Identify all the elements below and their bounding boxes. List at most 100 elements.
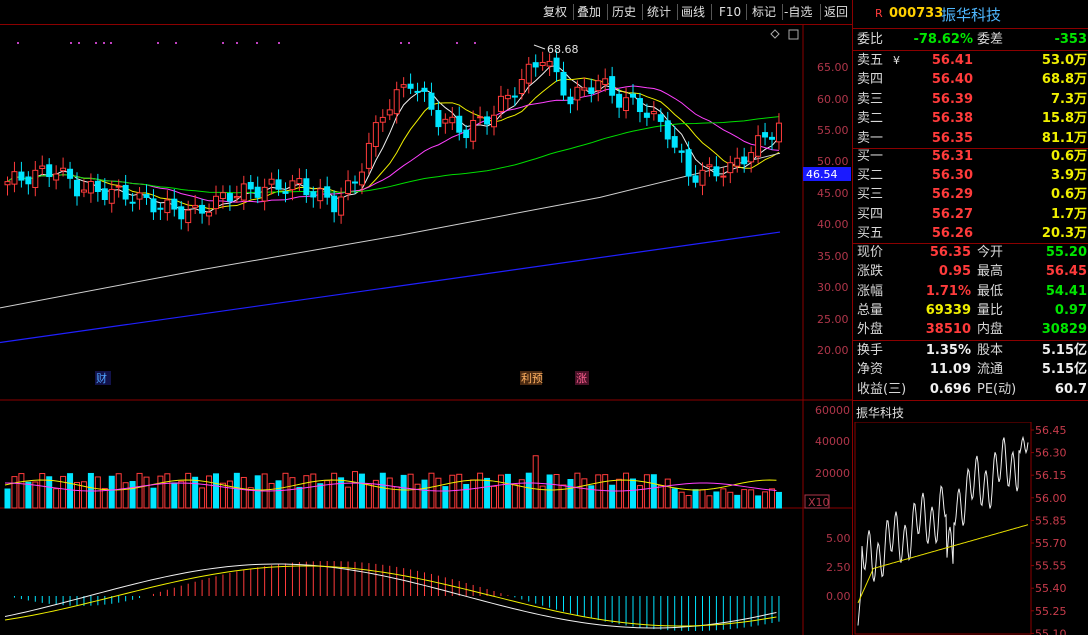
volume-bar xyxy=(511,484,518,509)
volume-bar xyxy=(769,488,775,509)
candle-body xyxy=(699,169,706,186)
quote-row-label-2: 今开 xyxy=(977,245,1004,260)
ask-row-value-2: 81.1万 xyxy=(1041,130,1087,146)
chart-toolbar: 复权 叠加 历史 统计 画线 F10 标记 -自选 返回 xyxy=(0,0,852,25)
quote-panel: R 000733 振华科技 委比 -78.62% 委差 -353 卖五 56.41… xyxy=(852,0,1088,635)
signal-dot xyxy=(70,42,72,44)
volume-bar xyxy=(296,486,303,509)
volume-bar xyxy=(546,474,553,509)
bid-row-value-2: 0.6万 xyxy=(1050,149,1087,164)
volume-bar xyxy=(581,478,588,509)
candle-body xyxy=(18,171,25,181)
weicha-label: 委差 xyxy=(977,32,1004,47)
diamond-icon[interactable] xyxy=(770,29,780,39)
ask-row-label: 卖四 xyxy=(857,72,884,88)
fundamental-row-label: 换手 xyxy=(857,343,884,358)
ask-row-value-2: 68.8万 xyxy=(1041,72,1087,88)
event-tag-forecast[interactable]: 利预 xyxy=(521,372,543,385)
candle-body xyxy=(755,135,762,157)
volume-tick: 40000 xyxy=(815,435,850,448)
volume-bar xyxy=(46,476,53,509)
volume-bar xyxy=(630,478,636,509)
signal-dot xyxy=(103,42,105,44)
event-tag-limit-up[interactable]: 涨 xyxy=(576,372,587,385)
toolbar-divider xyxy=(782,4,783,20)
bid-row-label: 买一 xyxy=(857,149,884,164)
macd-histogram xyxy=(4,561,780,631)
candle-body xyxy=(706,164,713,168)
mini-price-tick: 55.25 xyxy=(1035,605,1067,618)
candle-body xyxy=(178,206,185,220)
quote-row-value: 56.35 xyxy=(929,245,971,260)
candle-body xyxy=(338,196,345,216)
statistics-button[interactable]: 统计 xyxy=(647,4,671,20)
volume-bar xyxy=(358,473,365,509)
ask-row-value-2: 53.0万 xyxy=(1041,53,1087,68)
bid-row: 买二 56.30 3.9万 xyxy=(857,166,1088,185)
candle-body xyxy=(650,110,657,115)
settings-square-icon[interactable] xyxy=(788,29,799,40)
candle-body xyxy=(741,156,748,165)
candle-body xyxy=(136,192,143,200)
candle-body xyxy=(734,157,741,167)
volume-bar xyxy=(185,472,192,509)
signal-dot xyxy=(408,42,410,44)
candle-body xyxy=(393,89,400,115)
volume-bar xyxy=(755,495,762,509)
volume-bar xyxy=(101,487,108,509)
candle-body xyxy=(671,136,678,148)
fundamental-row-label-2: PE(动) xyxy=(977,381,1017,397)
volume-bar xyxy=(386,477,393,509)
event-tag-finance[interactable]: 财 xyxy=(96,371,107,385)
candle-body xyxy=(87,181,94,194)
candle-body xyxy=(630,93,636,98)
candle-body xyxy=(720,175,727,178)
chart-area[interactable]: 68.68 65.00 60.00 55.00 50.00 45.00 40.0… xyxy=(0,25,852,635)
drawing-button[interactable]: 画线 xyxy=(681,4,705,20)
price-tick: 65.00 xyxy=(817,61,849,74)
candle-body xyxy=(727,162,734,174)
high-price-marker: 68.68 xyxy=(547,43,579,56)
back-button[interactable]: 返回 xyxy=(824,4,848,20)
candle-body xyxy=(414,90,421,93)
quote-row-value: 1.71% xyxy=(925,283,971,299)
signal-dot xyxy=(400,42,402,44)
bid-row-value-2: 3.9万 xyxy=(1050,168,1087,184)
volume-bar xyxy=(317,483,324,509)
mini-price-tick: 55.70 xyxy=(1035,537,1067,550)
weibi-value: -78.62% xyxy=(913,32,973,47)
ask-row: 卖三 56.39 7.3万 xyxy=(857,90,1088,109)
candle-body xyxy=(25,176,32,185)
candle-body xyxy=(546,60,553,67)
candle-body xyxy=(623,97,630,112)
candle-body xyxy=(678,150,685,153)
mark-button[interactable]: 标记 xyxy=(752,4,776,20)
stock-name[interactable]: 振华科技 xyxy=(941,4,1001,25)
volume-bar xyxy=(595,474,602,509)
volume-bar xyxy=(365,483,372,509)
overlay-button[interactable]: 叠加 xyxy=(577,4,601,20)
volume-bar xyxy=(150,487,157,509)
watchlist-button[interactable]: -自选 xyxy=(784,4,812,20)
f10-button[interactable]: F10 xyxy=(719,4,741,20)
fundamental-row-label: 净资 xyxy=(857,362,884,378)
volume-unit: X10 xyxy=(808,496,830,509)
candle-body xyxy=(108,188,115,204)
bid-row-value-2: 20.3万 xyxy=(1041,225,1087,241)
quote-row-label: 外盘 xyxy=(857,322,884,338)
volume-bar xyxy=(94,476,101,509)
signal-dot xyxy=(175,42,177,44)
history-button[interactable]: 历史 xyxy=(612,4,636,20)
candle-body xyxy=(199,204,206,214)
ask-row-value-2: 7.3万 xyxy=(1050,91,1087,107)
signal-dot xyxy=(474,42,476,44)
candle-body xyxy=(616,93,623,108)
candle-body xyxy=(365,142,372,169)
candle-body xyxy=(664,120,671,140)
candle-body xyxy=(67,168,74,179)
fuquan-button[interactable]: 复权 xyxy=(543,4,567,20)
intraday-mini-chart[interactable]: 56.45 56.30 56.15 56.00 55.85 55.70 55.55 55.40… xyxy=(853,422,1088,635)
fundamental-row: 收益(三) 0.696 PE(动) 60.7 xyxy=(857,380,1088,399)
fundamental-row-value-2: 5.15亿 xyxy=(1041,362,1087,378)
price-tick: 30.00 xyxy=(817,281,849,294)
